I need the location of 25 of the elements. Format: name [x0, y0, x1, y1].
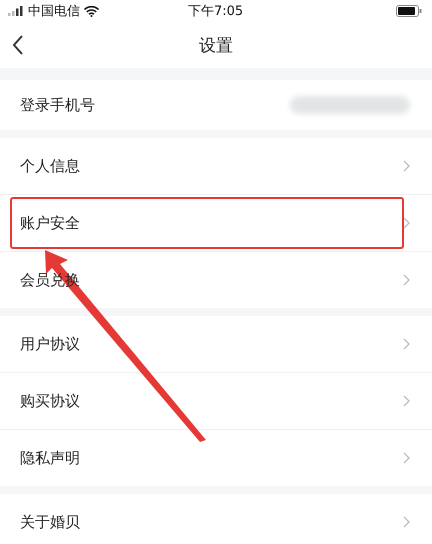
signal-icon	[8, 6, 24, 16]
settings-row[interactable]: 个人信息	[0, 138, 432, 195]
row-label: 账户安全	[20, 214, 81, 232]
settings-row[interactable]: 账户安全	[0, 195, 432, 252]
chevron-icon	[403, 217, 410, 229]
chevron-icon	[403, 274, 410, 286]
status-time: 下午7:05	[187, 3, 244, 20]
row-label: 关于婚贝	[20, 512, 81, 532]
row-label: 用户协议	[20, 334, 81, 354]
row-label: 登录手机号	[20, 96, 96, 114]
chevron-icon	[403, 160, 410, 172]
settings-row[interactable]: 关于婚贝	[0, 494, 432, 544]
wifi-icon	[84, 6, 99, 16]
battery-icon	[396, 5, 422, 17]
row-label: 购买协议	[20, 392, 81, 410]
chevron-icon	[403, 338, 410, 350]
page-title: 设置	[199, 34, 233, 56]
chevron-icon	[403, 395, 410, 407]
chevron-icon	[403, 516, 410, 528]
settings-row[interactable]: 登录手机号	[0, 80, 432, 130]
settings-row[interactable]: 隐私声明	[0, 430, 432, 486]
row-label: 个人信息	[20, 156, 81, 176]
row-label: 隐私声明	[20, 448, 81, 468]
chevron-icon	[403, 452, 410, 464]
carrier-name: 中国电信	[28, 3, 80, 20]
